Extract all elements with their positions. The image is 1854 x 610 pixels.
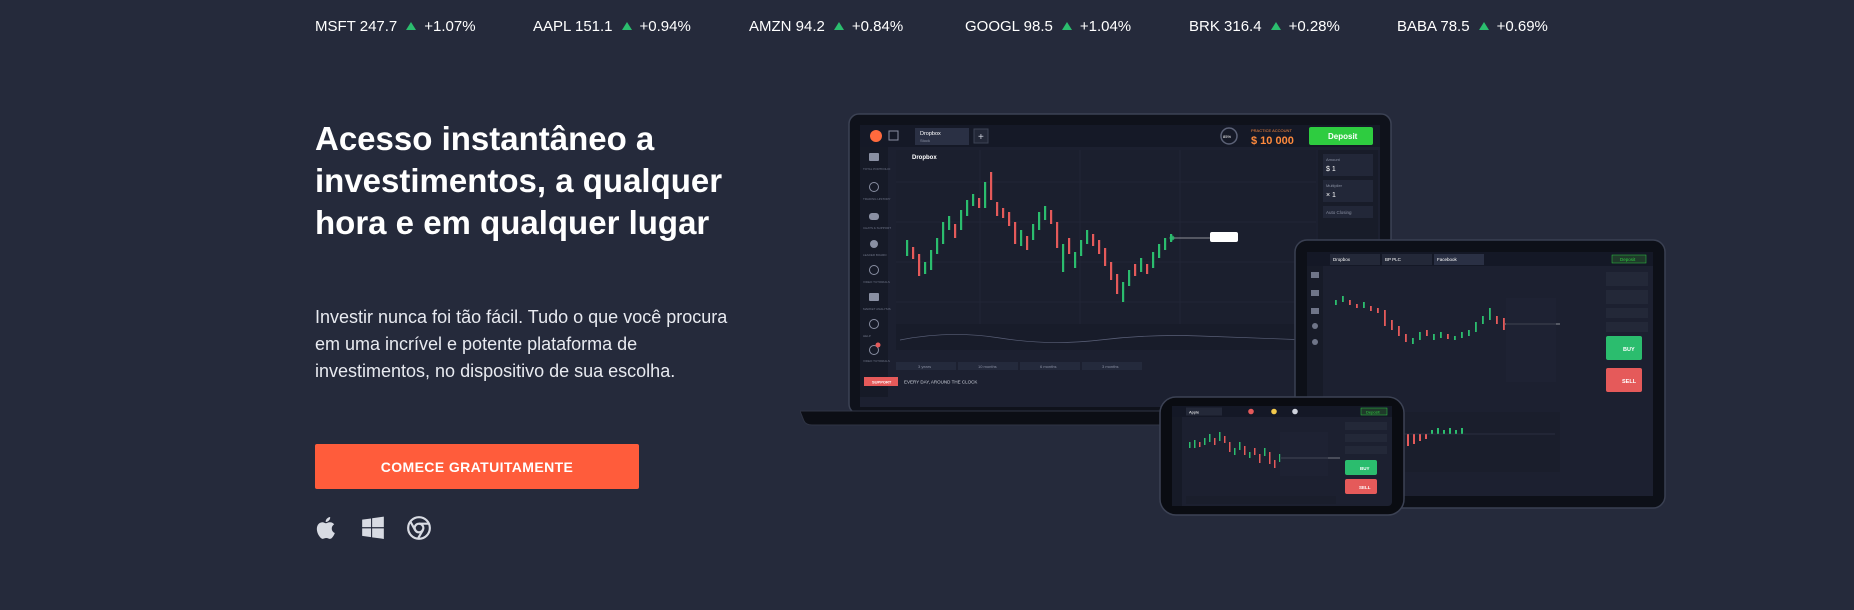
ticker-item-aapl[interactable]: AAPL 151.1 +0.94% xyxy=(533,18,691,35)
windows-icon[interactable] xyxy=(360,515,386,541)
deposit-label: Deposit xyxy=(1328,132,1358,141)
ticker-symbol: BABA xyxy=(1397,18,1437,35)
ticker-change: +0.69% xyxy=(1496,18,1548,35)
trading-platform-mockup: Dropbox Stock + 85% PRACTICE ACCOUNT $ 1… xyxy=(800,113,1666,516)
phone-asset-icon[interactable] xyxy=(1271,408,1277,415)
multiplier-label: Multiplier xyxy=(1326,183,1343,188)
apple-icon[interactable] xyxy=(314,515,340,541)
chat-icon xyxy=(869,213,879,220)
phone-buy-label: BUY xyxy=(1360,466,1370,471)
ticker-change: +1.07% xyxy=(424,18,476,35)
phone-asset-icon[interactable] xyxy=(1248,408,1254,415)
ticker-change: +1.04% xyxy=(1079,18,1132,35)
ticker-symbol: GOOGL xyxy=(965,18,1020,35)
news-icon xyxy=(869,293,879,301)
auto-closing-label: Auto Closing xyxy=(1326,210,1352,215)
amount-value: $ 1 xyxy=(1326,166,1336,173)
period-label: 3 years xyxy=(918,364,931,369)
asset-tab-name: Dropbox xyxy=(920,131,941,137)
notification-badge xyxy=(875,342,881,348)
up-arrow-icon xyxy=(833,22,844,30)
tablet-sell-label: SELL xyxy=(1622,379,1637,385)
ticker-change: +0.84% xyxy=(851,18,904,35)
start-free-button[interactable]: COMECE GRATUITAMENTE xyxy=(315,444,639,489)
sidebar-label: VIDEO TUTORIALS xyxy=(863,280,890,284)
phone-auto-close-field[interactable] xyxy=(1345,446,1387,454)
phone-sell-label: SELL xyxy=(1359,485,1371,490)
ticker-symbol: MSFT xyxy=(315,18,356,35)
ticker-price: 151.1 xyxy=(574,18,613,35)
ticker-change: +0.28% xyxy=(1288,18,1340,35)
leaderboard-icon xyxy=(1312,323,1318,329)
up-arrow-icon xyxy=(1478,22,1489,30)
ticker-change: +0.94% xyxy=(639,18,691,35)
ticker-item-brk[interactable]: BRK 316.4 +0.28% xyxy=(1189,18,1340,35)
phone-asset-icon[interactable] xyxy=(1292,408,1298,415)
up-arrow-icon xyxy=(621,22,632,30)
hero-description: Investir nunca foi tão fácil. Tudo o que… xyxy=(315,307,728,381)
app-logo-icon xyxy=(870,130,882,142)
tablet-auto-close-field[interactable] xyxy=(1606,308,1648,318)
ticker-symbol: BRK xyxy=(1189,18,1220,35)
sidebar-label: HELP xyxy=(863,334,871,338)
phone-mockup: Apple Deposit BUY SELL xyxy=(1159,396,1405,516)
chart-asset-name: Dropbox xyxy=(912,155,937,161)
ticker-price: 98.5 xyxy=(1023,18,1053,35)
ticker-price: 247.7 xyxy=(359,18,398,35)
ticker-item-amzn[interactable]: AMZN 94.2 +0.84% xyxy=(749,18,903,35)
phone-amount-field[interactable] xyxy=(1345,422,1387,430)
up-arrow-icon xyxy=(406,22,417,30)
profit-percent: 85% xyxy=(1223,134,1231,139)
asset-tab-sub: Stock xyxy=(920,138,930,143)
balance[interactable]: $ 10 000 xyxy=(1251,135,1294,147)
ticker-item-baba[interactable]: BABA 78.5 +0.69% xyxy=(1397,18,1548,35)
sidebar-label: MARKET ANALYSIS xyxy=(863,307,891,311)
sidebar-label: LEADER BOARD xyxy=(863,253,887,257)
tablet-tab-label: Facebook xyxy=(1437,257,1458,262)
ticker-price: 78.5 xyxy=(1440,18,1470,35)
tablet-amount-field[interactable] xyxy=(1606,272,1648,286)
multiplier-value: × 1 xyxy=(1326,192,1336,199)
period-label: 3 months xyxy=(1102,364,1118,369)
plus-icon: + xyxy=(978,132,984,143)
hero-title: Acesso instantâneo a investimentos, a qu… xyxy=(315,120,723,241)
tablet-tab-label: BP PLC xyxy=(1385,257,1402,262)
amount-label: Amount xyxy=(1326,157,1341,162)
portfolio-icon xyxy=(1311,272,1319,278)
up-arrow-icon xyxy=(1061,22,1072,30)
leaderboard-icon xyxy=(870,240,878,248)
chat-icon xyxy=(1311,308,1319,314)
up-arrow-icon xyxy=(1270,22,1281,30)
ticker-price: 94.2 xyxy=(795,18,825,35)
ticker-item-googl[interactable]: GOOGL 98.5 +1.04% xyxy=(965,18,1131,35)
tablet-deposit-label: Deposit xyxy=(1620,257,1636,262)
help-icon xyxy=(1312,339,1318,345)
tablet-multiplier-field[interactable] xyxy=(1606,290,1648,304)
ticker-symbol: AAPL xyxy=(533,18,571,35)
history-icon xyxy=(1311,290,1319,296)
tablet-buy-label: BUY xyxy=(1623,347,1635,353)
ticker-symbol: AMZN xyxy=(749,18,792,35)
sidebar-label: VIDEO TUTORIALS xyxy=(863,359,890,363)
ticker-price: 316.4 xyxy=(1224,18,1262,35)
sidebar-label: CHATS & SUPPORT xyxy=(863,226,891,230)
phone-multiplier-field[interactable] xyxy=(1345,434,1387,442)
ticker-item-msft[interactable]: MSFT 247.7 +1.07% xyxy=(315,18,476,35)
period-label: 10 months xyxy=(978,364,997,369)
period-label: 6 months xyxy=(1040,364,1056,369)
tablet-tab-label: Dropbox xyxy=(1333,257,1351,262)
chrome-icon[interactable] xyxy=(406,515,432,541)
support-label: SUPPORT xyxy=(872,380,892,385)
sidebar-label: TRADING HISTORY xyxy=(863,197,891,201)
phone-deposit-label: Deposit xyxy=(1366,410,1380,415)
phone-tab-label: Apple xyxy=(1189,410,1200,415)
tablet-info-field xyxy=(1606,322,1648,332)
account-type-label: PRACTICE ACCOUNT xyxy=(1251,128,1292,133)
portfolio-icon xyxy=(869,153,879,161)
sidebar-label: TOTAL PORTFOLIO xyxy=(863,167,891,171)
support-text: EVERY DAY, AROUND THE CLOCK xyxy=(904,380,977,385)
